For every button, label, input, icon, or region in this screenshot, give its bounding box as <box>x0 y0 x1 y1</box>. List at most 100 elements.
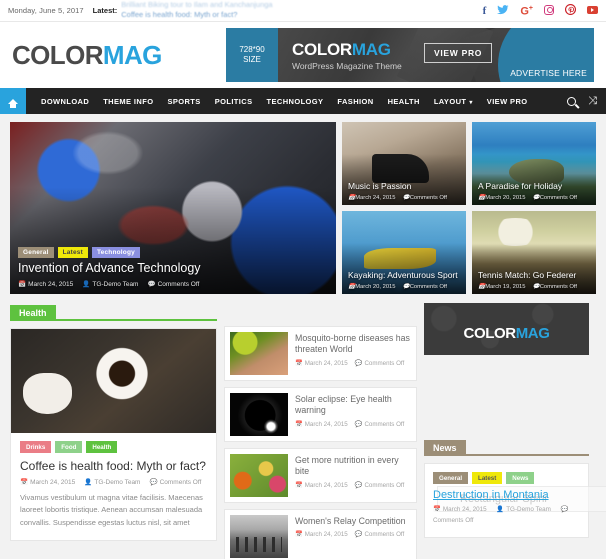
list-item-thumbnail <box>230 393 288 436</box>
health-feature-title[interactable]: Coffee is health food: Myth or fact? <box>20 459 207 474</box>
featured-title[interactable]: Music is Passion <box>348 181 411 191</box>
post-author: 👤 TG-Demo Team <box>496 506 551 514</box>
nav-item-layout[interactable]: LAYOUT ▾ <box>427 97 480 106</box>
nav-label: POLITICS <box>214 96 253 106</box>
news-item-title[interactable]: Destruction in Montania <box>433 489 580 502</box>
site-logo[interactable]: COLORMAG <box>12 40 162 71</box>
sidebar-ad-title-accent: MAG <box>515 325 550 342</box>
list-item[interactable]: Get more nutrition in every bite 📅 March … <box>224 448 417 503</box>
featured-row-bottom: Kayaking: Adventurous Sport 📅March 20, 2… <box>342 211 596 294</box>
nav-home-button[interactable] <box>0 88 26 114</box>
list-item-meta: 📅 March 24, 2015 💬 Comments Off <box>295 420 411 428</box>
relay-image <box>230 515 288 558</box>
list-item-meta: 📅 March 24, 2015 💬 Comments Off <box>295 530 411 538</box>
sidebar-ad[interactable]: COLORMAG <box>424 303 589 355</box>
nav-item-fashion[interactable]: FASHION <box>330 97 380 106</box>
tag-general[interactable]: General <box>433 472 469 484</box>
nav-item-download[interactable]: DOWNLOAD <box>34 97 96 106</box>
calendar-icon: 📅 <box>18 281 27 288</box>
nav-item-health[interactable]: HEALTH <box>381 97 427 106</box>
post-date: 📅March 24, 2015 <box>295 359 348 367</box>
post-comments: 💬Comments Off <box>354 531 405 539</box>
shuffle-icon[interactable]: ⤨ <box>588 95 597 107</box>
section-title-health[interactable]: Health <box>10 305 56 321</box>
featured-main-post[interactable]: General Latest Technology Invention of A… <box>10 122 336 294</box>
list-item-thumbnail <box>230 454 288 497</box>
health-feature-tags: Drinks Food Health <box>20 441 207 453</box>
list-item-meta: 📅 March 24, 2015 💬 Comments Off <box>295 481 411 489</box>
featured-section: General Latest Technology Invention of A… <box>0 114 606 294</box>
list-item[interactable]: Solar eclipse: Eye health warning 📅 March… <box>224 387 417 442</box>
ticker-item-outgoing[interactable]: Brilliant Biking tour to Ilam and Kancha… <box>121 0 272 9</box>
nav-item-politics[interactable]: POLITICS <box>208 97 260 106</box>
featured-title[interactable]: A Paradise for Holiday <box>478 181 562 191</box>
nav-item-technology[interactable]: TECHNOLOGY <box>260 97 331 106</box>
tag-latest[interactable]: Latest <box>472 472 503 484</box>
comment-icon: 💬 <box>147 281 156 288</box>
nav-item-sports[interactable]: SPORTS <box>160 97 207 106</box>
nav-label: DOWNLOAD <box>41 96 90 106</box>
comment-icon: 💬 <box>402 195 410 201</box>
sidebar: COLORMAG News Rectangular Spini General … <box>424 303 606 559</box>
list-item-title[interactable]: Women's Relay Competition <box>295 516 411 527</box>
comment-icon: 💬 <box>354 481 363 489</box>
calendar-icon: 📅 <box>295 420 303 428</box>
eclipse-image <box>230 393 288 436</box>
list-item-thumbnail <box>230 515 288 558</box>
health-feature-column: Health Drinks Food Health Coffee is heal… <box>10 303 217 559</box>
banner-size-line1: 728*90 <box>239 45 265 54</box>
list-item-title[interactable]: Get more nutrition in every bite <box>295 455 411 478</box>
logo-text-accent: MAG <box>102 39 162 70</box>
section-title-news[interactable]: News <box>424 440 466 456</box>
tag-drinks[interactable]: Drinks <box>20 441 52 453</box>
badge-latest[interactable]: Latest <box>57 247 88 258</box>
tag-health[interactable]: Health <box>86 441 118 453</box>
post-comments: 💬Comments Off <box>354 359 405 367</box>
badge-general[interactable]: General <box>18 247 54 258</box>
list-item[interactable]: Women's Relay Competition 📅 March 24, 201… <box>224 509 417 559</box>
featured-title[interactable]: Kayaking: Adventurous Sport <box>348 270 458 280</box>
health-feature-excerpt: Vivamus vestibulum ut magna vitae facili… <box>20 493 203 527</box>
chevron-down-icon: ▾ <box>469 99 473 106</box>
list-item-title[interactable]: Mosquito-borne diseases has threaten Wor… <box>295 333 411 356</box>
featured-post-tennis[interactable]: Tennis Match: Go Federer 📅March 19, 2015… <box>472 211 596 294</box>
tag-news[interactable]: News <box>506 472 535 484</box>
search-icon[interactable] <box>567 96 577 106</box>
twitter-icon[interactable] <box>497 4 509 18</box>
featured-post-music[interactable]: Music is Passion 📅March 24, 2015 💬Commen… <box>342 122 466 205</box>
tag-food[interactable]: Food <box>55 441 83 453</box>
post-author: 👤 TG-Demo Team <box>82 281 139 288</box>
facebook-icon[interactable]: f <box>483 5 487 17</box>
featured-main-title[interactable]: Invention of Advance Technology <box>18 261 201 275</box>
featured-post-paradise[interactable]: A Paradise for Holiday 📅March 20, 2015 💬… <box>472 122 596 205</box>
news-card[interactable]: Rectangular Spini General Latest News De… <box>424 463 606 538</box>
coffee-image <box>11 329 216 433</box>
nav-item-view-pro[interactable]: VIEW PRO <box>480 97 535 106</box>
featured-post-kayaking[interactable]: Kayaking: Adventurous Sport 📅March 20, 2… <box>342 211 466 294</box>
nav-item-theme-info[interactable]: THEME INFO <box>96 97 160 106</box>
fruit-image <box>230 454 288 497</box>
badge-technology[interactable]: Technology <box>91 247 140 258</box>
ticker-item-incoming[interactable]: Coffee is health food: Myth or fact? <box>121 10 237 19</box>
pinterest-icon[interactable] <box>564 3 577 18</box>
featured-main-badges: General Latest Technology <box>18 247 140 258</box>
comment-icon: 💬 <box>560 506 569 514</box>
google-plus-icon[interactable]: G+ <box>520 5 533 18</box>
list-item-title[interactable]: Solar eclipse: Eye health warning <box>295 394 411 417</box>
header-banner-ad[interactable]: 728*90 SIZE COLORMAG WordPress Magazine … <box>226 28 594 82</box>
youtube-icon[interactable] <box>587 5 598 17</box>
instagram-icon[interactable] <box>544 4 554 18</box>
content-area: Health Drinks Food Health Coffee is heal… <box>0 294 606 559</box>
post-comments: 💬Comments Off <box>147 281 200 288</box>
user-icon: 👤 <box>84 479 93 486</box>
nav-label: VIEW PRO <box>486 96 528 106</box>
list-item[interactable]: Mosquito-borne diseases has threaten Wor… <box>224 326 417 381</box>
comment-icon: 💬 <box>532 195 540 201</box>
health-feature-card[interactable]: Drinks Food Health Coffee is health food… <box>10 328 217 542</box>
post-comments: 💬Comments Off <box>532 284 577 290</box>
featured-title[interactable]: Tennis Match: Go Federer <box>478 270 576 280</box>
view-pro-button[interactable]: VIEW PRO <box>424 43 493 63</box>
calendar-icon: 📅 <box>295 359 303 367</box>
post-comments: 💬Comments Off <box>402 284 447 290</box>
health-list-column: Mosquito-borne diseases has threaten Wor… <box>224 303 417 559</box>
